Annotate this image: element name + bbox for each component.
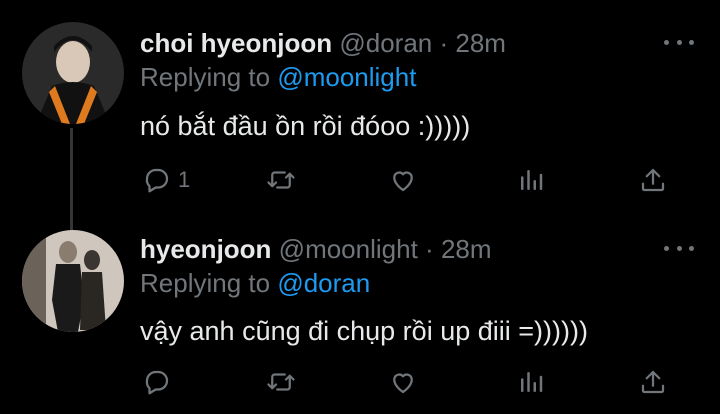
retweet-button[interactable] xyxy=(266,160,296,200)
timestamp[interactable]: 28m xyxy=(441,234,492,264)
replying-to-mention[interactable]: @moonlight xyxy=(277,62,416,92)
views-icon xyxy=(521,170,543,190)
views-button[interactable] xyxy=(516,160,546,200)
share-button[interactable] xyxy=(638,160,668,200)
user-handle[interactable]: @doran xyxy=(339,28,432,58)
display-name[interactable]: hyeonjoon xyxy=(140,234,271,264)
tweet-header: choi hyeonjoon @doran · 28m xyxy=(140,28,506,58)
like-icon xyxy=(393,171,413,192)
avatar-image xyxy=(22,22,124,124)
timestamp[interactable]: 28m xyxy=(455,28,506,58)
more-options-button[interactable] xyxy=(664,238,694,258)
share-icon xyxy=(641,168,665,192)
retweet-icon xyxy=(267,171,295,189)
more-icon xyxy=(664,245,669,251)
tweet-2[interactable]: hyeonjoon @moonlight · 28m xyxy=(0,212,720,414)
separator-dot: · xyxy=(439,28,449,58)
tweet-1[interactable]: choi hyeonjoon @doran · 28m Replying to … xyxy=(0,0,720,212)
tweet-actions: 1 xyxy=(0,160,720,200)
avatar[interactable] xyxy=(22,230,124,332)
display-name[interactable]: choi hyeonjoon xyxy=(140,28,332,58)
replying-to-prefix: Replying to xyxy=(140,62,271,92)
replying-to: Replying to @moonlight xyxy=(140,62,416,92)
separator-dot: · xyxy=(425,234,434,264)
reply-count: 1 xyxy=(178,167,191,192)
more-options-button[interactable] xyxy=(664,32,694,52)
tweet-text: nó bắt đầu ồn rồi đóoo :))))) xyxy=(140,111,471,141)
avatar-image xyxy=(22,230,124,332)
like-button[interactable] xyxy=(388,160,418,200)
more-icon xyxy=(664,39,669,45)
tweet-header: hyeonjoon @moonlight · 28m xyxy=(140,234,492,264)
reply-icon xyxy=(145,168,169,193)
avatar[interactable] xyxy=(22,22,124,124)
reply-button[interactable]: 1 xyxy=(142,160,190,200)
user-handle[interactable]: @moonlight xyxy=(279,234,418,264)
